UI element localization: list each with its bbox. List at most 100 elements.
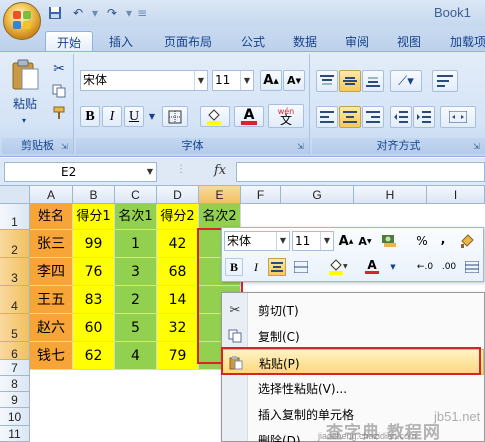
table-cell[interactable]: 62 xyxy=(73,342,115,370)
format-painter-icon[interactable] xyxy=(458,232,476,250)
font-launcher-icon[interactable]: ⇲ xyxy=(297,142,307,152)
menu-item-paste-special[interactable]: 选择性粘贴(V)... xyxy=(222,375,484,401)
phonetic-icon[interactable]: wén 文 xyxy=(268,104,304,128)
name-box[interactable]: E2 ▼ xyxy=(4,162,157,182)
table-cell[interactable]: 1 xyxy=(115,230,157,258)
paste-icon[interactable] xyxy=(8,58,42,92)
align-left-icon[interactable] xyxy=(316,106,338,128)
column-header[interactable]: H xyxy=(354,186,427,204)
menu-item-cut[interactable]: ✂ 剪切(T) xyxy=(222,297,484,323)
align-center-icon[interactable] xyxy=(268,258,286,276)
row-header[interactable]: 3 xyxy=(0,258,30,286)
row-header[interactable]: 4 xyxy=(0,286,30,314)
table-cell[interactable]: 68 xyxy=(157,258,199,286)
chevron-down-icon[interactable]: ▼ xyxy=(388,258,398,276)
table-cell[interactable]: 2 xyxy=(115,286,157,314)
accounting-format-icon[interactable] xyxy=(378,232,404,250)
office-button[interactable] xyxy=(3,2,41,40)
table-cell[interactable]: 79 xyxy=(157,342,199,370)
insert-function-button[interactable]: fx xyxy=(214,163,226,178)
row-header[interactable]: 5 xyxy=(0,314,30,342)
fill-color-icon[interactable] xyxy=(200,106,230,127)
column-header[interactable]: D xyxy=(157,186,199,204)
row-header[interactable]: 2 xyxy=(0,230,30,258)
tab-home[interactable]: 开始 xyxy=(45,31,93,52)
shrink-font-icon[interactable]: A ▼ xyxy=(356,232,374,250)
formula-input[interactable] xyxy=(236,162,485,182)
tab-addins[interactable]: 加载项 xyxy=(440,31,485,52)
percent-style-button[interactable]: % xyxy=(413,232,431,250)
table-cell[interactable]: 得分2 xyxy=(157,204,199,230)
qat-dropdown-icon[interactable]: ▾ xyxy=(92,6,98,20)
tab-insert[interactable]: 插入 xyxy=(100,31,142,52)
mini-font-name-combo[interactable]: 宋体 ▼ xyxy=(224,231,290,251)
grow-font-icon[interactable]: A ▲ xyxy=(337,232,355,250)
column-header[interactable]: A xyxy=(30,186,73,204)
orientation-icon[interactable]: ⟋▾ xyxy=(390,70,422,92)
bold-button[interactable]: B xyxy=(225,258,243,276)
paste-button[interactable]: 粘贴 xyxy=(6,94,44,112)
table-cell[interactable]: 钱七 xyxy=(30,342,73,370)
bottom-align-icon[interactable] xyxy=(362,70,384,92)
row-header[interactable]: 11 xyxy=(0,426,30,442)
fill-color-icon[interactable]: ▼ xyxy=(324,258,352,276)
row-header[interactable]: 10 xyxy=(0,408,30,426)
bold-button[interactable]: B xyxy=(80,106,100,127)
align-center-icon[interactable] xyxy=(339,106,361,128)
alignment-launcher-icon[interactable]: ⇲ xyxy=(473,142,483,152)
table-cell[interactable]: 76 xyxy=(73,258,115,286)
chevron-down-icon[interactable]: ▼ xyxy=(320,232,333,250)
column-header[interactable]: B xyxy=(73,186,115,204)
tab-view[interactable]: 视图 xyxy=(388,31,430,52)
underline-button[interactable]: U xyxy=(124,106,144,127)
qat-customize-icon[interactable]: ≡ xyxy=(137,6,147,20)
table-cell[interactable]: 3 xyxy=(115,258,157,286)
table-cell[interactable]: 32 xyxy=(157,314,199,342)
table-cell[interactable]: 张三 xyxy=(30,230,73,258)
row-header[interactable]: 1 xyxy=(0,204,30,230)
chevron-down-icon[interactable]: ▼ xyxy=(146,106,158,127)
shrink-font-icon[interactable]: A ▼ xyxy=(283,70,305,91)
top-align-icon[interactable] xyxy=(316,70,338,92)
chevron-down-icon[interactable]: ▼ xyxy=(194,71,207,90)
column-header[interactable]: G xyxy=(281,186,354,204)
undo-icon[interactable]: ↶ xyxy=(69,4,87,22)
save-icon[interactable] xyxy=(46,4,64,22)
column-header[interactable]: F xyxy=(241,186,281,204)
table-cell[interactable]: 李四 xyxy=(30,258,73,286)
cut-icon[interactable]: ✂ xyxy=(50,60,68,78)
column-header[interactable]: E xyxy=(199,186,241,204)
merge-center-icon[interactable] xyxy=(292,258,310,276)
clipboard-launcher-icon[interactable]: ⇲ xyxy=(61,142,71,152)
borders-icon[interactable] xyxy=(463,258,481,276)
table-cell[interactable]: 名次1 xyxy=(115,204,157,230)
middle-align-icon[interactable] xyxy=(339,70,361,92)
font-color-icon[interactable]: A xyxy=(358,258,386,276)
row-header[interactable]: 9 xyxy=(0,392,30,408)
row-header[interactable]: 7 xyxy=(0,360,30,376)
italic-button[interactable]: I xyxy=(247,258,265,276)
table-cell[interactable]: 4 xyxy=(115,342,157,370)
copy-icon[interactable] xyxy=(50,82,68,100)
chevron-down-icon[interactable]: ▼ xyxy=(240,71,253,90)
paste-dropdown-icon[interactable]: ▾ xyxy=(17,114,31,126)
align-right-icon[interactable] xyxy=(362,106,384,128)
decrease-decimal-icon[interactable]: .00 xyxy=(438,258,460,276)
grow-font-icon[interactable]: A ▲ xyxy=(260,70,282,91)
table-cell[interactable]: 5 xyxy=(115,314,157,342)
tab-data[interactable]: 数据 xyxy=(284,31,326,52)
table-cell[interactable]: 赵六 xyxy=(30,314,73,342)
increase-decimal-icon[interactable]: ←.0 xyxy=(414,258,436,276)
menu-item-paste[interactable]: 粘贴(P) xyxy=(222,349,484,375)
italic-button[interactable]: I xyxy=(102,106,122,127)
select-all-button[interactable] xyxy=(0,186,30,204)
table-cell[interactable]: 14 xyxy=(157,286,199,314)
mini-font-size-combo[interactable]: 11 ▼ xyxy=(292,231,334,251)
border-icon[interactable] xyxy=(162,106,188,127)
font-color-icon[interactable]: A xyxy=(234,106,264,127)
table-cell[interactable]: 王五 xyxy=(30,286,73,314)
table-cell[interactable]: 42 xyxy=(157,230,199,258)
column-header[interactable]: I xyxy=(427,186,485,204)
decrease-indent-icon[interactable] xyxy=(390,106,412,128)
comma-style-button[interactable]: , xyxy=(434,230,452,248)
